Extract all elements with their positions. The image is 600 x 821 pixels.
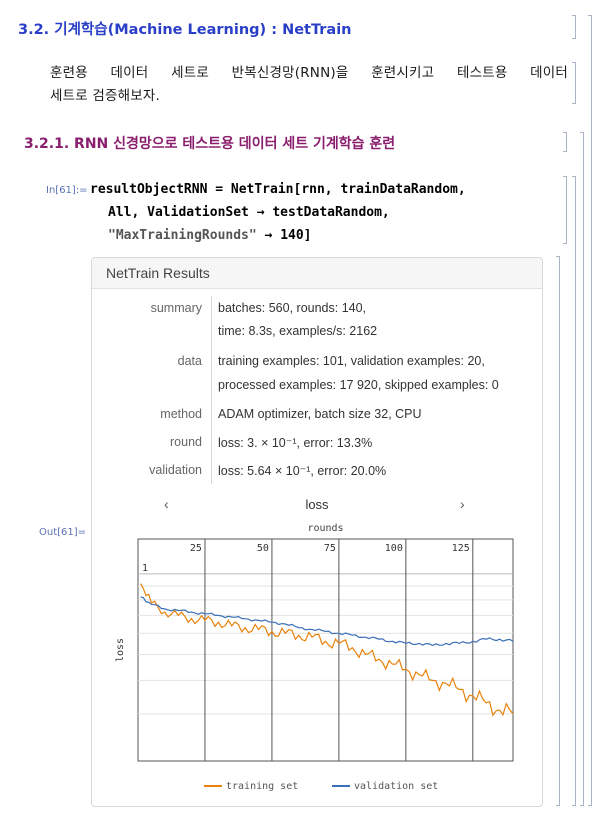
code-line: "MaxTrainingRounds" → 140]: [90, 224, 466, 247]
legend-label: training set: [226, 781, 298, 792]
netTrain-results-panel: NetTrain Results summary batches: 560, r…: [91, 257, 543, 807]
cell-bracket-group[interactable]: [588, 15, 592, 806]
paragraph: 훈련용 데이터 세트로 반복신경망(RNN)을 훈련시키고 테스트용 데이터 세…: [50, 62, 568, 108]
y-tick-label: 1: [142, 563, 148, 574]
row-key: method: [160, 407, 202, 421]
row-round: round loss: 3. × 10⁻¹, error: 13.3%: [92, 430, 542, 458]
paragraph-line: 훈련용 데이터 세트로 반복신경망(RNN)을 훈련시키고 테스트용 데이터: [50, 65, 568, 81]
row-key: data: [177, 354, 202, 368]
row-key: validation: [149, 463, 202, 477]
row-method: method ADAM optimizer, batch size 32, CP…: [92, 403, 542, 430]
input-label: In[61]:=: [46, 185, 88, 196]
plot-frame: [137, 538, 514, 762]
plot-selector-label[interactable]: loss: [92, 497, 542, 512]
x-tick-label: 125: [452, 543, 470, 554]
cell-bracket[interactable]: [572, 62, 576, 104]
row-key: summary: [150, 301, 202, 315]
x-tick-label: 75: [324, 543, 336, 554]
row-key: round: [170, 435, 202, 449]
cell-bracket[interactable]: [556, 256, 560, 806]
code-string: "MaxTrainingRounds": [108, 228, 257, 243]
input-code[interactable]: resultObjectRNN = NetTrain[rnn, trainDat…: [90, 178, 466, 247]
loss-chart: rounds 25 50 75 100 125 1 loss training set valid…: [115, 523, 514, 792]
row-value: training examples: 101, validation examp…: [218, 354, 485, 368]
next-plot-button[interactable]: ›: [460, 496, 465, 512]
cell-bracket-group[interactable]: [572, 176, 576, 806]
x-tick-label: 50: [257, 543, 269, 554]
panel-title: NetTrain Results: [106, 265, 210, 281]
row-value: processed examples: 17 920, skipped exam…: [218, 378, 499, 392]
chart-title: rounds: [307, 523, 343, 534]
cell-bracket[interactable]: [572, 15, 576, 39]
row-value: batches: 560, rounds: 140,: [218, 301, 367, 315]
cell-bracket[interactable]: [563, 132, 567, 152]
row-summary: summary batches: 560, rounds: 140, time:…: [92, 296, 542, 349]
subsection-title: 3.2.1. RNN 신경망으로 테스트용 데이터 세트 기계학습 훈련: [24, 136, 396, 152]
output-label: Out[61]=: [39, 527, 87, 538]
legend-label: validation set: [354, 781, 438, 792]
section-title: 3.2. 기계학습(Machine Learning) : NetTrain: [18, 22, 352, 38]
code-rest: → 140]: [256, 228, 312, 243]
row-validation: validation loss: 5.64 × 10⁻¹, error: 20.…: [92, 458, 542, 486]
row-data: data training examples: 101, validation …: [92, 349, 542, 403]
row-value: ADAM optimizer, batch size 32, CPU: [218, 407, 422, 421]
results-table: summary batches: 560, rounds: 140, time:…: [92, 296, 542, 486]
x-tick-label: 25: [190, 543, 202, 554]
plot-navigator: ‹ loss ›: [92, 496, 542, 516]
paragraph-line: 세트로 검증해보자.: [50, 88, 160, 104]
code-line: All, ValidationSet → testDataRandom,: [108, 205, 390, 220]
cell-bracket[interactable]: [563, 176, 567, 244]
row-value: loss: 3. × 10⁻¹, error: 13.3%: [218, 436, 373, 450]
panel-header: NetTrain Results: [92, 258, 542, 289]
row-value: loss: 5.64 × 10⁻¹, error: 20.0%: [218, 464, 387, 478]
x-tick-label: 100: [385, 543, 403, 554]
cell-bracket-group[interactable]: [580, 132, 584, 806]
row-value: time: 8.3s, examples/s: 2162: [218, 324, 378, 338]
y-axis-label: loss: [115, 638, 126, 662]
code-line: resultObjectRNN = NetTrain[rnn, trainDat…: [90, 182, 466, 197]
